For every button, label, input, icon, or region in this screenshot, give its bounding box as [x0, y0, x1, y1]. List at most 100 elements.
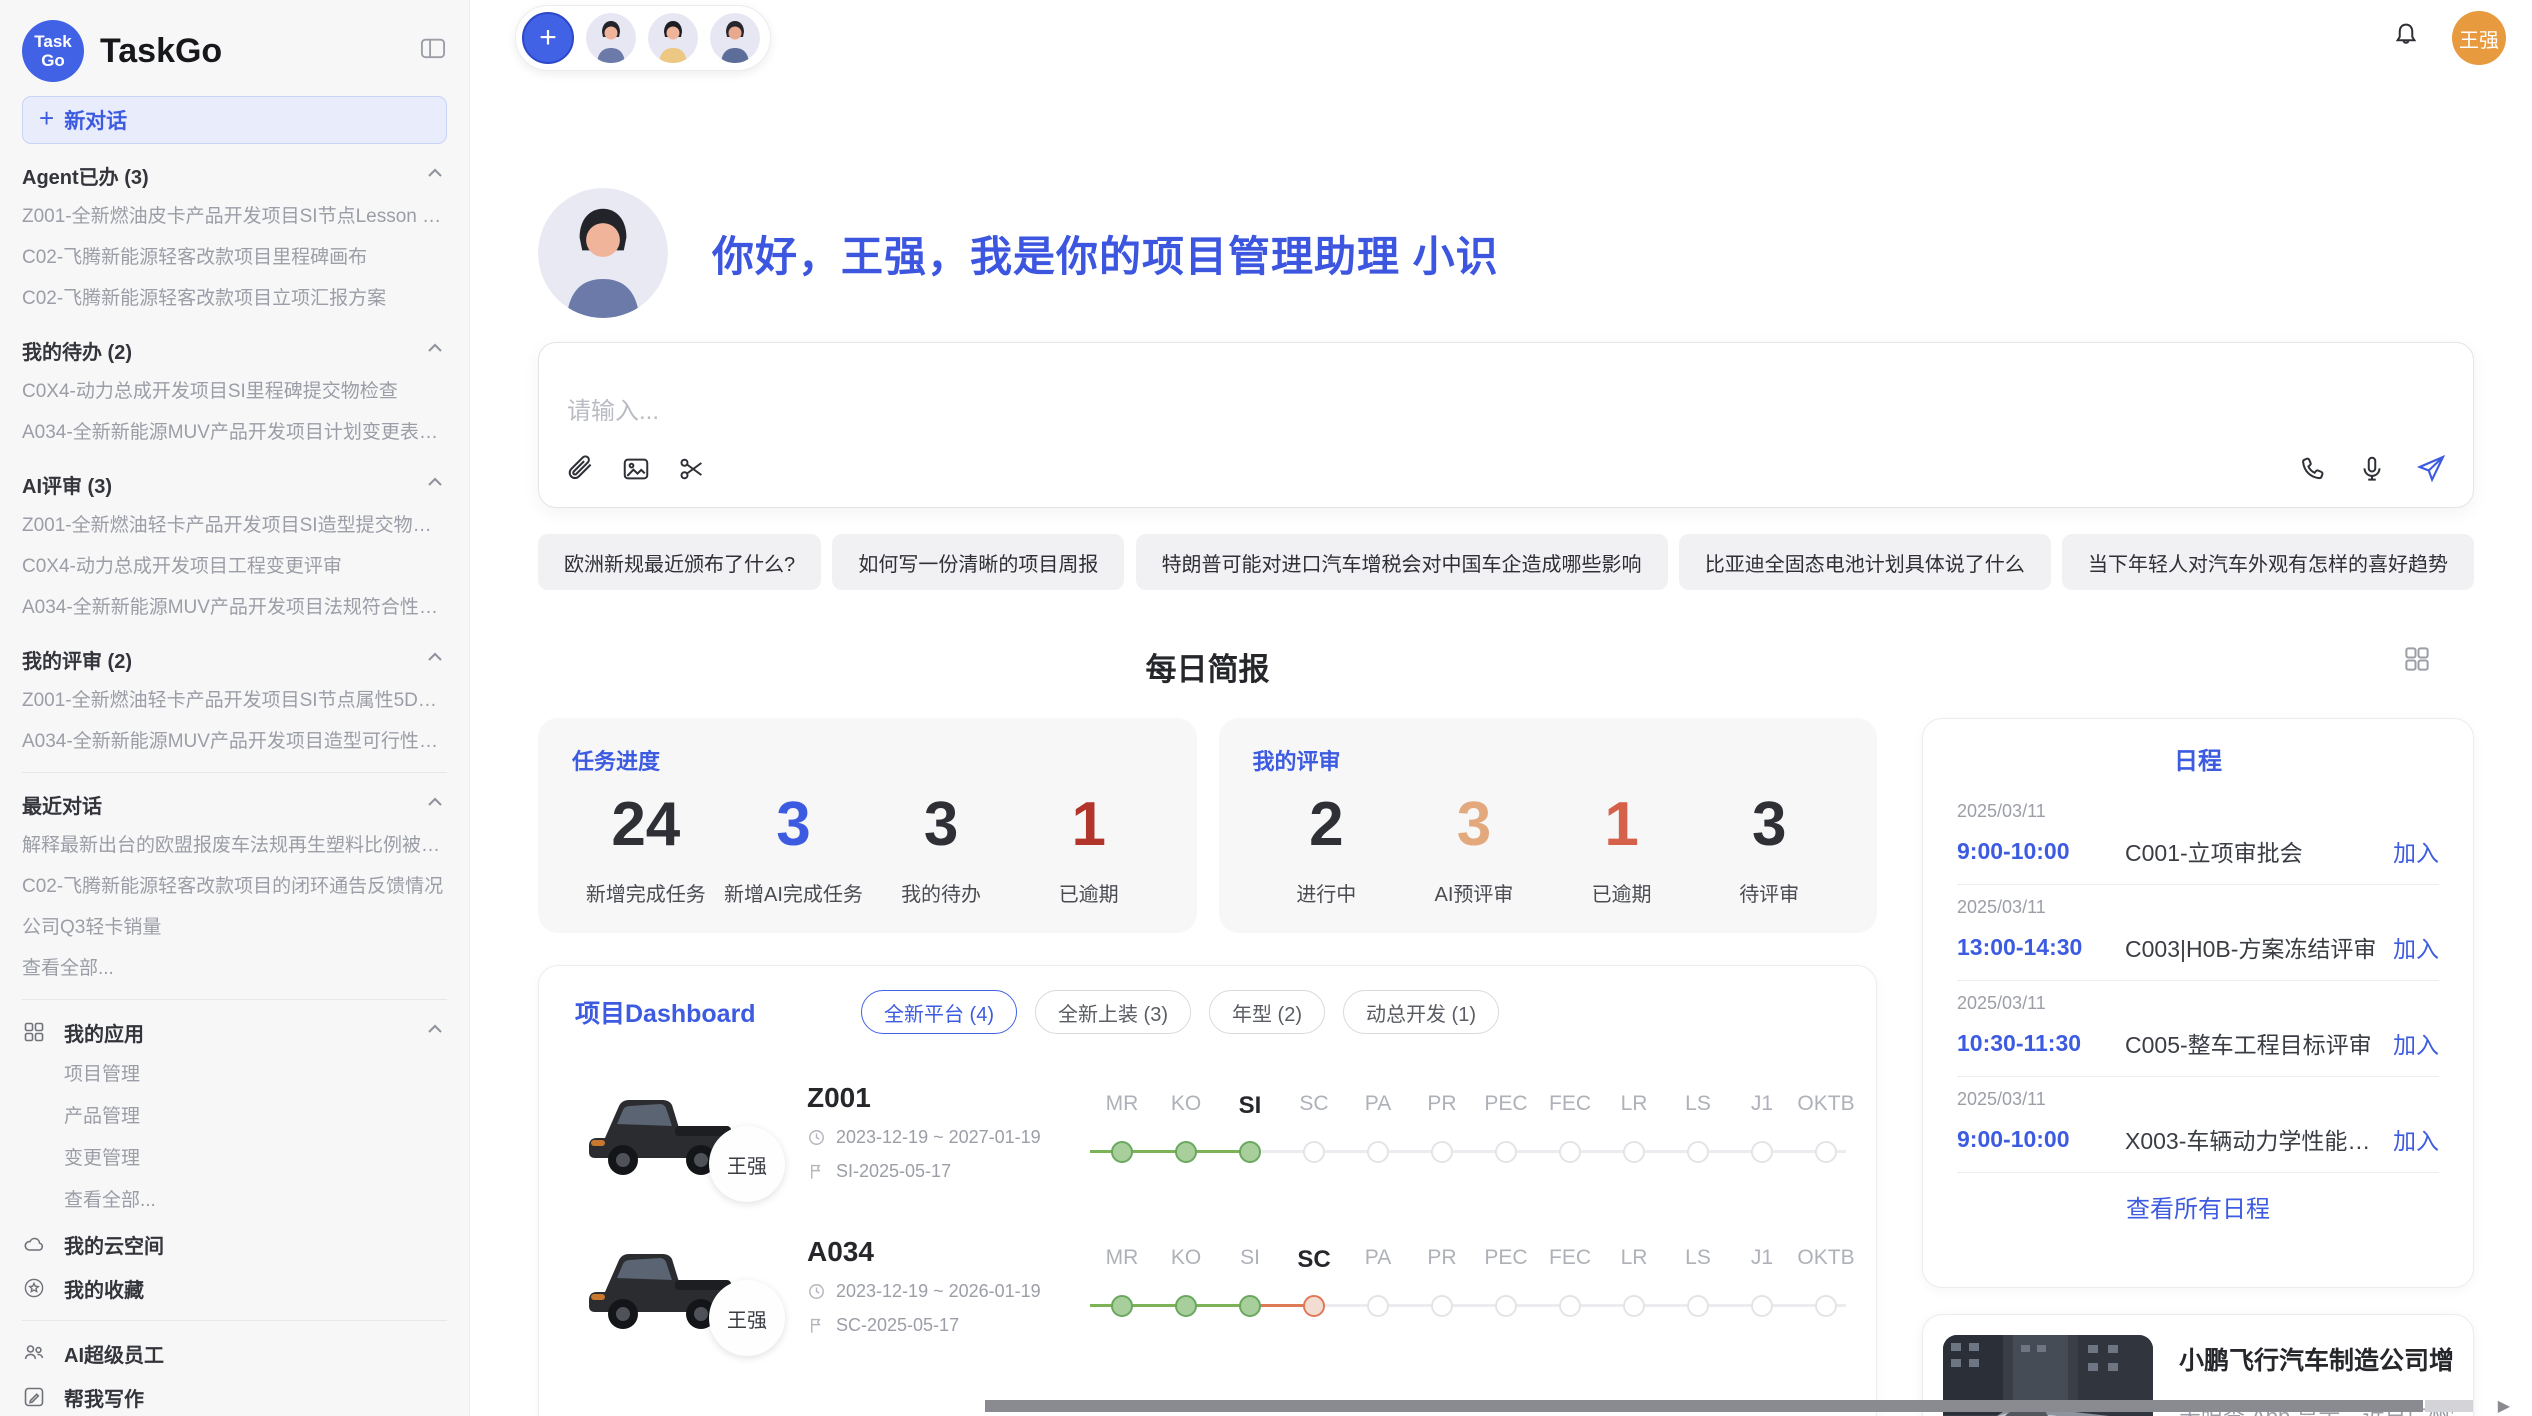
suggestion-chip[interactable]: 欧洲新规最近颁布了什么? [538, 534, 821, 590]
dashboard-tab[interactable]: 年型 (2) [1209, 990, 1325, 1034]
phone-icon[interactable] [2299, 454, 2329, 484]
sidebar-list-item[interactable]: C0X4-动力总成开发项目工程变更评审 [22, 546, 447, 587]
milestone-node[interactable] [1346, 1132, 1410, 1172]
suggestion-chip[interactable]: 如何写一份清晰的项目周报 [832, 534, 1124, 590]
milestone-node[interactable] [1730, 1132, 1794, 1172]
chevron-up-icon[interactable] [423, 470, 447, 499]
sidebar-item-star[interactable]: 我的收藏 [22, 1266, 447, 1310]
sidebar-item-write[interactable]: 帮我写作 [22, 1375, 447, 1416]
milestone-node[interactable] [1602, 1286, 1666, 1326]
sidebar-item-my-apps[interactable]: 我的应用 [22, 1010, 447, 1054]
milestone-node[interactable] [1154, 1286, 1218, 1326]
join-link[interactable]: 加入 [2393, 1026, 2439, 1060]
milestone-node[interactable] [1730, 1286, 1794, 1326]
sidebar-list-item[interactable]: Z001-全新燃油轻卡产品开发项目SI造型提交物评审 [22, 505, 447, 546]
user-avatar[interactable]: 王强 [2452, 11, 2506, 65]
sidebar-list-item[interactable]: 查看全部... [22, 948, 447, 989]
milestone-node[interactable] [1794, 1132, 1858, 1172]
milestone-node[interactable] [1154, 1132, 1218, 1172]
horizontal-scrollbar[interactable]: ▶ [985, 1400, 2528, 1414]
sidebar-group-title: 我的待办 (2) [22, 336, 132, 365]
sidebar-list-item[interactable]: Z001-全新燃油轻卡产品开发项目SI节点属性5D文件评审 [22, 680, 447, 721]
sidebar-group-title: AI评审 (3) [22, 470, 112, 499]
sidebar-group-header[interactable]: 最近对话 [22, 783, 447, 825]
sidebar-group-header[interactable]: 我的评审 (2) [22, 638, 447, 680]
microphone-icon[interactable] [2357, 454, 2387, 484]
notification-bell-icon[interactable] [2390, 20, 2422, 57]
milestone-node[interactable] [1474, 1286, 1538, 1326]
sidebar-app-item[interactable]: 变更管理 [22, 1138, 447, 1180]
stat-label: 进行中 [1253, 878, 1401, 907]
sidebar-app-item[interactable]: 产品管理 [22, 1096, 447, 1138]
milestone-node[interactable] [1474, 1132, 1538, 1172]
stat-label: 新增AI完成任务 [720, 878, 868, 907]
sidebar-item-cloud[interactable]: 我的云空间 [22, 1222, 447, 1266]
join-link[interactable]: 加入 [2393, 1122, 2439, 1156]
add-agent-button[interactable]: + [522, 12, 574, 64]
sidebar-list-item[interactable]: C02-飞腾新能源轻客改款项目的闭环通告反馈情况 [22, 866, 447, 907]
milestone-node[interactable] [1282, 1286, 1346, 1326]
join-link[interactable]: 加入 [2393, 930, 2439, 964]
chat-input[interactable] [565, 389, 2447, 447]
chevron-up-icon[interactable] [423, 161, 447, 190]
dashboard-tab[interactable]: 动总开发 (1) [1343, 990, 1499, 1034]
send-icon[interactable] [2415, 453, 2447, 485]
sidebar-group-header[interactable]: AI评审 (3) [22, 463, 447, 505]
collapse-sidebar-icon[interactable] [419, 35, 447, 68]
chevron-up-icon[interactable] [423, 1017, 447, 1047]
sidebar-list-item[interactable]: A034-全新新能源MUV产品开发项目计划变更表编写 [22, 412, 447, 453]
sidebar-app-item[interactable]: 查看全部... [22, 1180, 447, 1222]
image-icon[interactable] [621, 454, 651, 484]
assistant-avatar [538, 188, 668, 318]
sidebar-list-item[interactable]: C02-飞腾新能源轻客改款项目立项汇报方案 [22, 278, 447, 319]
sidebar-list-item[interactable]: A034-全新新能源MUV产品开发项目造型可行性评审 [22, 721, 447, 762]
greeting-row: 你好，王强，我是你的项目管理助理 小识 [538, 188, 2532, 318]
sidebar-list-item[interactable]: C02-飞腾新能源轻客改款项目里程碑画布 [22, 237, 447, 278]
milestone-dot-LR [1623, 1141, 1645, 1163]
sidebar-list-item[interactable]: 解释最新出台的欧盟报废车法规再生塑料比例被调至15%... [22, 825, 447, 866]
sidebar-list-item[interactable]: A034-全新新能源MUV产品开发项目法规符合性评审 [22, 587, 447, 628]
milestone-node[interactable] [1794, 1286, 1858, 1326]
join-link[interactable]: 加入 [2393, 834, 2439, 868]
sidebar-list-item[interactable]: Z001-全新燃油皮卡产品开发项目SI节点Lesson Learn报告 [22, 196, 447, 237]
sidebar-group-header[interactable]: Agent已办 (3) [22, 154, 447, 196]
dashboard-tab[interactable]: 全新平台 (4) [861, 990, 1017, 1034]
sidebar-group-header[interactable]: 我的待办 (2) [22, 329, 447, 371]
project-flag-text: SI-2025-05-17 [836, 1161, 951, 1182]
sidebar-item-people[interactable]: AI超级员工 [22, 1331, 447, 1375]
chevron-up-icon[interactable] [423, 645, 447, 674]
agent-avatar-1[interactable] [586, 13, 636, 63]
sidebar-list-item[interactable]: C0X4-动力总成开发项目SI里程碑提交物检查 [22, 371, 447, 412]
suggestion-chip[interactable]: 特朗普可能对进口汽车增税会对中国车企造成哪些影响 [1136, 534, 1668, 590]
milestone-node[interactable] [1410, 1286, 1474, 1326]
milestone-node[interactable] [1538, 1132, 1602, 1172]
chevron-up-icon[interactable] [423, 336, 447, 365]
scissors-icon[interactable] [677, 454, 707, 484]
sidebar-list-item[interactable]: 公司Q3轻卡销量 [22, 907, 447, 948]
agent-avatar-3[interactable] [710, 13, 760, 63]
agent-avatar-2[interactable] [648, 13, 698, 63]
layout-grid-icon[interactable] [2402, 644, 2432, 679]
attachment-icon[interactable] [565, 454, 595, 484]
suggestion-chip[interactable]: 当下年轻人对汽车外观有怎样的喜好趋势 [2062, 534, 2474, 590]
sidebar-app-item[interactable]: 项目管理 [22, 1054, 447, 1096]
milestone-node[interactable] [1538, 1286, 1602, 1326]
milestone-node[interactable] [1410, 1132, 1474, 1172]
scrollbar-thumb[interactable] [985, 1400, 2423, 1412]
view-all-schedule-link[interactable]: 查看所有日程 [1957, 1173, 2439, 1240]
milestone-node[interactable] [1090, 1286, 1154, 1326]
milestone-node[interactable] [1346, 1286, 1410, 1326]
milestone-node[interactable] [1602, 1132, 1666, 1172]
milestone-node[interactable] [1090, 1132, 1154, 1172]
milestone-node[interactable] [1218, 1132, 1282, 1172]
suggestion-chip[interactable]: 比亚迪全固态电池计划具体说了什么 [1679, 534, 2051, 590]
milestone-label: LS [1666, 1246, 1730, 1274]
chevron-up-icon[interactable] [423, 790, 447, 819]
dashboard-tab[interactable]: 全新上装 (3) [1035, 990, 1191, 1034]
milestone-node[interactable] [1666, 1132, 1730, 1172]
new-chat-button[interactable]: + 新对话 [22, 96, 447, 144]
milestone-node[interactable] [1282, 1132, 1346, 1172]
milestone-node[interactable] [1218, 1286, 1282, 1326]
milestone-node[interactable] [1666, 1286, 1730, 1326]
scrollbar-arrow-right[interactable]: ▶ [2498, 1396, 2510, 1416]
